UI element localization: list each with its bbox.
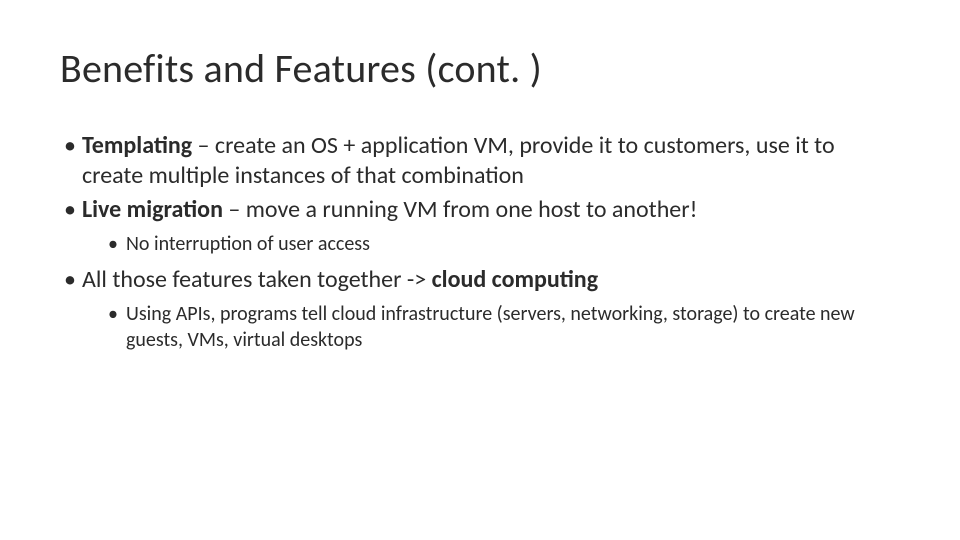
sub-bullet-list: Using APIs, programs tell cloud infrastr… (82, 301, 900, 353)
bullet-text: – move a running VM from one host to ano… (223, 195, 697, 224)
bullet-item: Live migration – move a running VM from … (60, 195, 900, 257)
bullet-text: – create an OS + application VM, provide… (82, 131, 835, 190)
sub-bullet-item: No interruption of user access (104, 231, 900, 257)
bullet-item: Templating – create an OS + application … (60, 131, 900, 191)
bullet-text: All those features taken together -> (82, 265, 432, 294)
slide: Benefits and Features (cont. ) Templatin… (0, 0, 960, 540)
sub-bullet-list: No interruption of user access (82, 231, 900, 257)
bullet-bold: Templating (82, 131, 192, 160)
sub-bullet-item: Using APIs, programs tell cloud infrastr… (104, 301, 900, 353)
slide-title: Benefits and Features (cont. ) (60, 44, 900, 93)
bullet-bold: Live migration (82, 195, 223, 224)
bullet-bold: cloud computing (432, 265, 598, 294)
bullet-list: Templating – create an OS + application … (60, 131, 900, 353)
bullet-item: All those features taken together -> clo… (60, 265, 900, 353)
